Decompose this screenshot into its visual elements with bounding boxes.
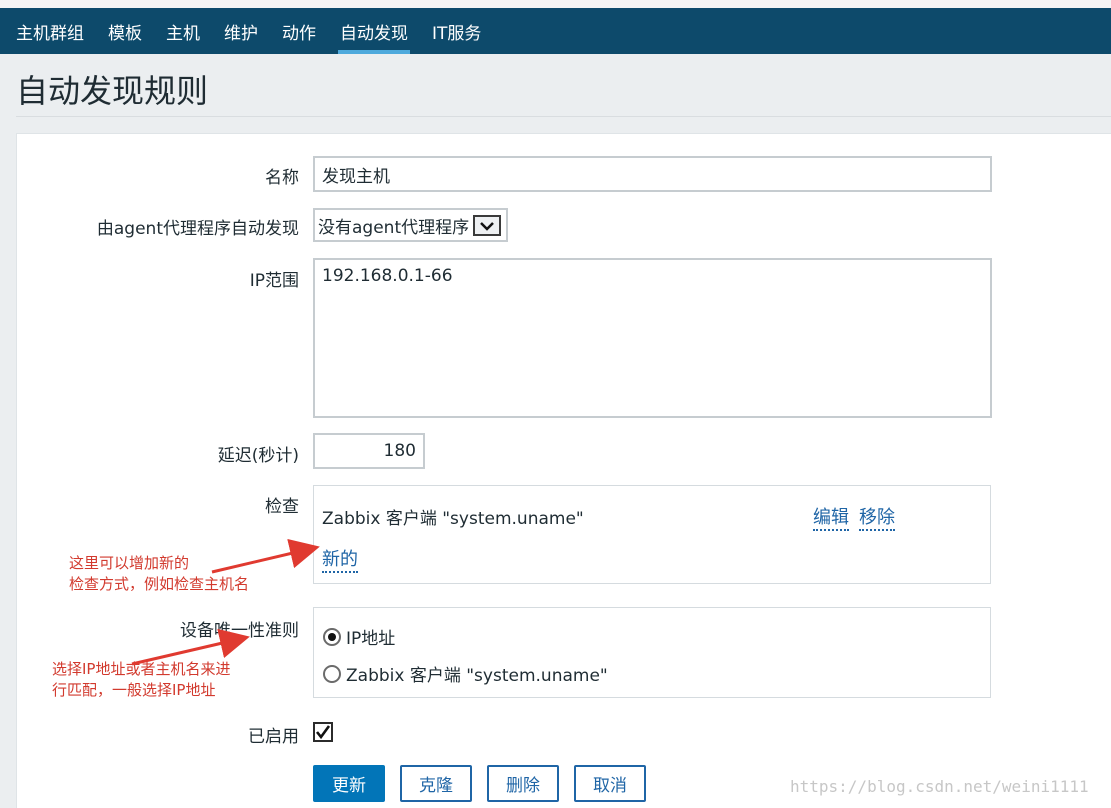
proxy-label: 由agent代理程序自动发现 — [96, 219, 299, 239]
check-icon — [315, 725, 331, 740]
radio-ip-label: IP地址 — [346, 629, 396, 649]
title-divider — [16, 116, 1111, 117]
checks-annotation-line-2: 检查方式，例如检查主机名 — [69, 575, 250, 593]
nav-templates[interactable]: 模板 — [98, 8, 156, 54]
nav-actions[interactable]: 动作 — [272, 8, 330, 54]
radio-uname[interactable] — [323, 664, 341, 683]
uniqueness-annotation-line-2: 行匹配，一般选择IP地址 — [52, 681, 216, 699]
clone-button[interactable]: 克隆 — [400, 765, 472, 802]
name-label: 名称 — [265, 168, 299, 188]
checks-annotation: 这里可以增加新的 检查方式，例如检查主机名 — [69, 553, 249, 595]
checks-annotation-line-1: 这里可以增加新的 — [69, 554, 190, 572]
check-remove-link[interactable]: 移除 — [859, 503, 895, 531]
enabled-checkbox[interactable] — [313, 722, 333, 742]
ip-range-textarea[interactable]: 192.168.0.1-66 — [313, 258, 992, 418]
enabled-label: 已启用 — [248, 727, 299, 747]
top-strip — [0, 0, 1111, 8]
uniqueness-option-ip[interactable]: IP地址 — [323, 624, 395, 649]
nav-discovery[interactable]: 自动发现 — [330, 8, 422, 54]
chevron-down-icon[interactable] — [473, 215, 501, 236]
page-title: 自动发现规则 — [16, 72, 209, 110]
checks-box: Zabbix 客户端 "system.uname" 编辑 移除 新的 — [313, 485, 991, 584]
delay-label: 延迟(秒计) — [217, 446, 299, 466]
nav-it-services[interactable]: IT服务 — [422, 8, 495, 54]
delete-button[interactable]: 删除 — [487, 765, 559, 802]
ip-range-label: IP范围 — [249, 271, 299, 291]
uniqueness-annotation: 选择IP地址或者主机名来进 行匹配，一般选择IP地址 — [52, 659, 230, 701]
uniqueness-option-uname[interactable]: Zabbix 客户端 "system.uname" — [323, 661, 608, 686]
uniqueness-box: IP地址 Zabbix 客户端 "system.uname" — [313, 607, 991, 698]
nav-host-groups[interactable]: 主机群组 — [6, 8, 98, 54]
cancel-button[interactable]: 取消 — [574, 765, 646, 802]
radio-ip[interactable] — [323, 627, 341, 646]
check-edit-link[interactable]: 编辑 — [813, 503, 849, 531]
nav-maintenance[interactable]: 维护 — [214, 8, 272, 54]
proxy-select[interactable]: 没有agent代理程序 — [313, 208, 508, 242]
uniqueness-label: 设备唯一性准则 — [180, 621, 299, 641]
checks-label: 检查 — [265, 497, 299, 517]
watermark: https://blog.csdn.net/weini1111 — [790, 777, 1089, 796]
new-check-link[interactable]: 新的 — [322, 545, 358, 573]
proxy-select-value: 没有agent代理程序 — [318, 217, 470, 238]
check-item-text: Zabbix 客户端 "system.uname" — [322, 509, 584, 529]
radio-uname-label: Zabbix 客户端 "system.uname" — [346, 666, 608, 686]
delay-input[interactable]: 180 — [313, 433, 425, 469]
update-button[interactable]: 更新 — [313, 765, 385, 802]
top-navigation: 主机群组 模板 主机 维护 动作 自动发现 IT服务 — [0, 8, 1111, 54]
nav-hosts[interactable]: 主机 — [156, 8, 214, 54]
name-input[interactable]: 发现主机 — [313, 156, 992, 192]
uniqueness-annotation-line-1: 选择IP地址或者主机名来进 — [52, 660, 231, 678]
